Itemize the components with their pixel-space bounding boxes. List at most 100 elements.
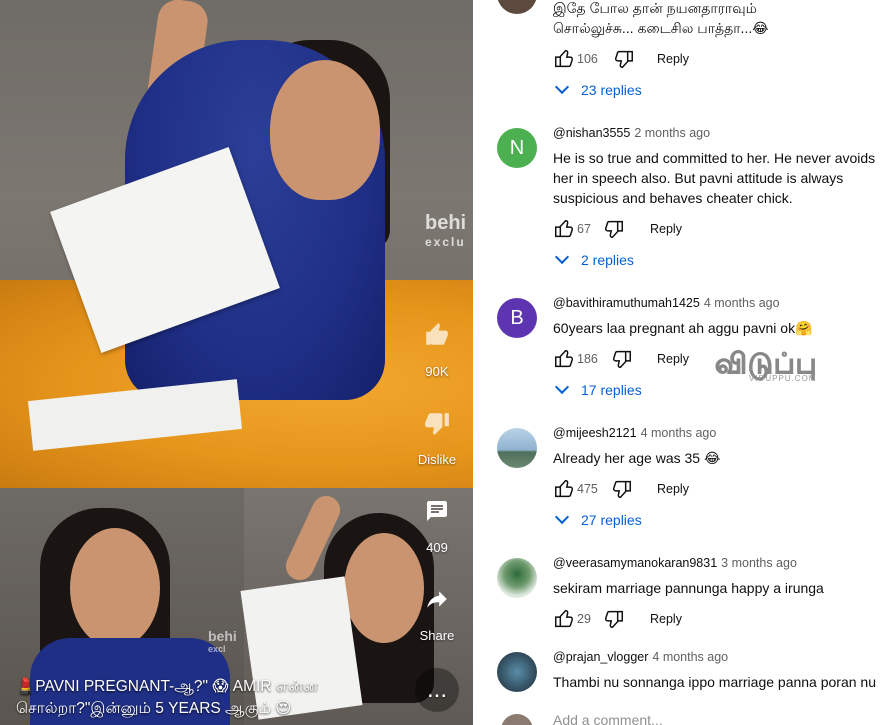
share-button[interactable]: Share [405,586,469,643]
comment-header: @veerasamymanokaran9831 3 months ago [553,556,879,574]
view-replies-button[interactable]: 2 replies [554,249,634,268]
comment-text-line: her in speech also. But pavni attitude i… [553,170,844,186]
share-icon [419,586,455,622]
shorts-page: behi exclu behi excl 90K Dislike 409 Sha… [0,0,889,725]
face [270,60,380,200]
like-count: 475 [577,482,598,496]
comment-text-line: இதே போல தான் நயனதாராவும் [553,0,757,16]
comment-body: @bavithiramuthumah1425 4 months ago 60yea… [553,296,879,338]
like-count: 106 [577,52,598,66]
comment-body: @mijeesh2121 4 months ago Already her age… [553,426,879,468]
comment-author[interactable]: @nishan3555 [553,126,630,140]
dislike-icon[interactable] [603,218,625,240]
comment-text: Thambi nu sonnanga ippo marriage panna p… [553,672,879,692]
video-frame-main: behi exclu [0,0,473,488]
like-icon[interactable] [553,48,575,70]
comment-header: @nishan3555 2 months ago [553,126,879,144]
avatar[interactable]: B [497,298,537,338]
reply-button[interactable]: Reply [657,352,689,366]
comments-button[interactable]: 409 [405,498,469,555]
view-replies-button[interactable]: 17 replies [554,379,642,398]
add-comment-input[interactable]: Add a comment... [553,712,663,725]
watermark-small-sub: excl [208,644,226,654]
reply-button[interactable]: Reply [657,52,689,66]
like-count: 90K [425,364,449,379]
like-icon[interactable] [553,218,575,240]
avatar[interactable] [497,0,537,14]
comment-body: @nishan3555 2 months ago He is so true an… [553,126,879,208]
viduppu-logo: விடுப்பு VIDUPPU.COM [715,348,818,384]
like-icon[interactable] [553,478,575,500]
more-label: ... [426,676,447,703]
channel-watermark: behi exclu [425,212,466,249]
comments-panel[interactable]: இதே போல தான் நயனதாராவும் சொல்லுச்சு... க… [473,0,889,725]
comment-header: @bavithiramuthumah1425 4 months ago [553,296,879,314]
comment-author[interactable]: @prajan_vlogger [553,650,648,664]
comment-time[interactable]: 2 months ago [634,126,710,140]
comment-text-line: sekiram marriage pannunga happy a irunga [553,580,824,596]
comment-text: sekiram marriage pannunga happy a irunga [553,578,879,598]
comment-time[interactable]: 4 months ago [641,426,717,440]
like-count: 67 [577,222,591,236]
like-icon[interactable] [553,348,575,370]
more-icon: ... [415,668,459,712]
chevron-down-icon [554,379,570,395]
reply-button[interactable]: Reply [650,222,682,236]
more-button[interactable]: ... [405,668,469,712]
comment-time[interactable]: 4 months ago [652,650,728,664]
comment-text: Already her age was 35 😂 [553,448,879,468]
replies-count: 23 replies [581,82,642,98]
avatar-letter: N [509,137,525,159]
dislike-icon[interactable] [603,608,625,630]
video-caption: 💄PAVNI PREGNANT-ஆ?" 😱 AMIR என்ன சொல்றா?"… [16,676,346,720]
avatar[interactable] [497,558,537,598]
video-player[interactable]: behi exclu behi excl 90K Dislike 409 Sha… [0,0,473,725]
replies-count: 17 replies [581,382,642,398]
like-icon[interactable] [553,608,575,630]
comment-body: இதே போல தான் நயனதாராவும் சொல்லுச்சு... க… [553,0,879,38]
reply-button[interactable]: Reply [650,612,682,626]
comment-header: @mijeesh2121 4 months ago [553,426,879,444]
comment-author[interactable]: @mijeesh2121 [553,426,637,440]
chevron-down-icon [554,79,570,95]
dislike-icon[interactable] [613,48,635,70]
comment-time[interactable]: 3 months ago [721,556,797,570]
avatar[interactable] [497,652,537,692]
avatar[interactable] [497,428,537,468]
view-replies-button[interactable]: 23 replies [554,79,642,98]
logo-subtext: VIDUPPU.COM [749,374,817,383]
view-replies-button[interactable]: 27 replies [554,509,642,528]
avatar[interactable]: N [497,128,537,168]
like-count: 186 [577,352,598,366]
share-label: Share [419,628,455,643]
comment-text-line: suspicious and behaves cheater chick. [553,190,793,206]
chevron-down-icon [554,249,570,265]
reply-button[interactable]: Reply [657,482,689,496]
current-user-avatar [501,714,533,725]
like-count: 29 [577,612,591,626]
dislike-label: Dislike [417,452,457,467]
comment-icon [419,498,455,534]
comment-body: @veerasamymanokaran9831 3 months ago seki… [553,556,879,598]
watermark-small: behi excl [208,628,237,654]
dislike-button[interactable]: Dislike [405,410,469,467]
dislike-icon[interactable] [611,478,633,500]
comment-text-line: சொல்லுச்சு... கடைசில பாத்தா...😂 [553,20,769,36]
face [70,528,160,648]
comment-text-line: Already her age was 35 😂 [553,450,721,466]
comments-count: 409 [426,540,448,555]
comment-author[interactable]: @bavithiramuthumah1425 [553,296,700,310]
comment-author[interactable]: @veerasamymanokaran9831 [553,556,717,570]
comment-body: @prajan_vlogger 4 months ago Thambi nu so… [553,650,879,692]
comment-header: @prajan_vlogger 4 months ago [553,650,879,668]
replies-count: 27 replies [581,512,642,528]
comment-text: 60years laa pregnant ah aggu pavni ok🤗 [553,318,879,338]
dislike-icon[interactable] [611,348,633,370]
comment-text-line: Thambi nu sonnanga ippo marriage panna p… [553,674,877,690]
comment-time[interactable]: 4 months ago [704,296,780,310]
thumbs-down-icon [419,410,455,446]
thumbs-up-icon [419,322,455,358]
watermark-sub: exclu [425,235,466,249]
like-button[interactable]: 90K [405,322,469,379]
avatar-letter: B [510,307,524,329]
